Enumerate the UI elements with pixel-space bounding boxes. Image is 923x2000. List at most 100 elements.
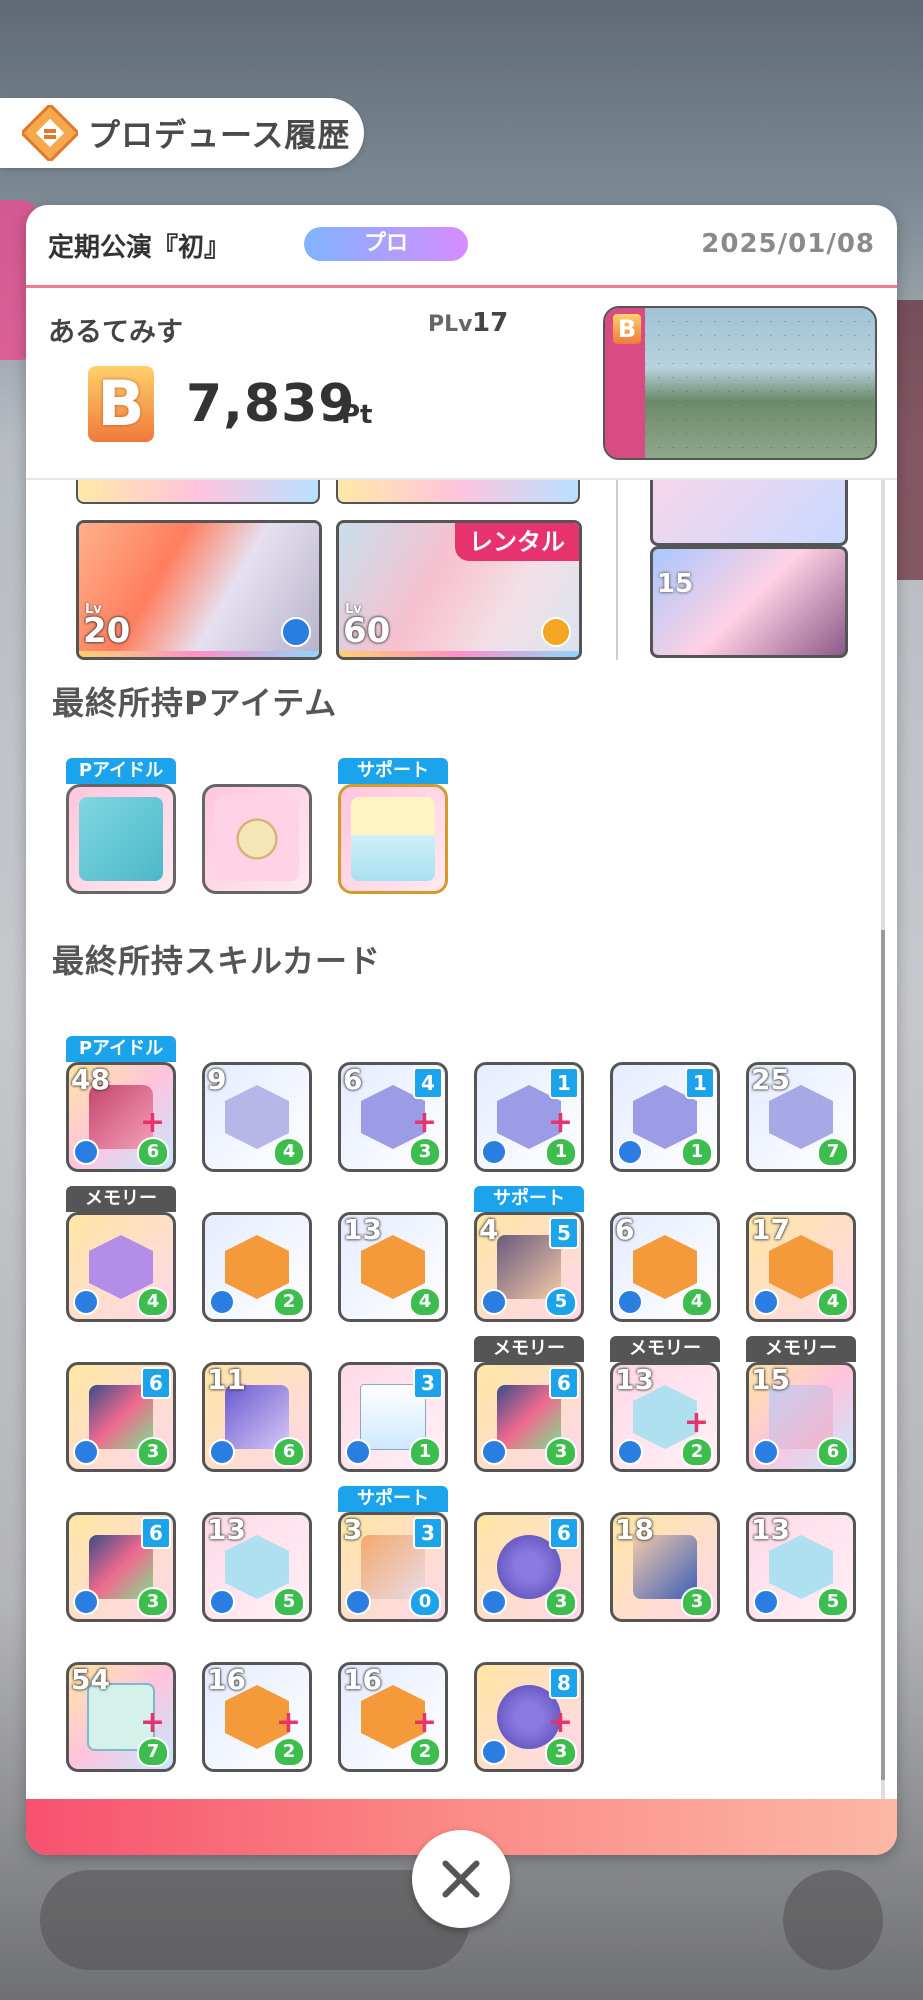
- type-icon: [753, 1289, 779, 1315]
- skill-card[interactable]: 6 3: [66, 1512, 176, 1622]
- produce-history-panel: 定期公演『初』 プロ 2025/01/08 あるてみす PLv 17 B 7,8…: [26, 205, 897, 1855]
- skill-card[interactable]: 15 6: [746, 1362, 856, 1472]
- skill-card[interactable]: 1 + 1: [474, 1062, 584, 1172]
- skill-card[interactable]: 13 + 2: [610, 1362, 720, 1472]
- heart-badge: 6: [273, 1437, 305, 1467]
- heart-badge: 0: [409, 1587, 441, 1617]
- idol-card[interactable]: 15: [650, 546, 848, 658]
- rainbow-strip: [79, 651, 319, 657]
- type-icon: [617, 1289, 643, 1315]
- skill-card[interactable]: 9 4: [202, 1062, 312, 1172]
- upgrade-plus: +: [683, 1405, 709, 1440]
- heart-badge: 5: [273, 1587, 305, 1617]
- card-level: 60: [343, 611, 391, 651]
- heart-badge: 5: [817, 1587, 849, 1617]
- skill-card[interactable]: 16 + 2: [338, 1662, 448, 1772]
- divider: [616, 480, 618, 660]
- type-icon: [481, 1589, 507, 1615]
- skill-cost: 6: [615, 1213, 635, 1246]
- page-title: プロデュース履歴: [88, 116, 351, 154]
- bottom-nav-blurred: [40, 1870, 470, 1970]
- idol-card-partial: [650, 480, 848, 546]
- skill-card[interactable]: 8 + 3: [474, 1662, 584, 1772]
- skill-card[interactable]: 4: [66, 1212, 176, 1322]
- skill-level-badge: 3: [413, 1517, 443, 1549]
- score-unit: Pt: [341, 400, 373, 430]
- history-icon: [19, 102, 81, 164]
- background-art-right: [893, 300, 923, 580]
- type-icon: [753, 1439, 779, 1465]
- skill-cost: 6: [343, 1063, 363, 1096]
- skill-card[interactable]: 16 + 2: [202, 1662, 312, 1772]
- type-icon: [345, 1439, 371, 1465]
- skill-card[interactable]: 13 4: [338, 1212, 448, 1322]
- type-icon: [541, 617, 571, 647]
- p-idol-tag: Pアイドル: [66, 1036, 176, 1062]
- scrollbar[interactable]: [881, 480, 885, 1800]
- support-tag: サポート: [474, 1186, 584, 1212]
- heart-badge: 1: [681, 1137, 713, 1167]
- skill-card[interactable]: 13 5: [746, 1512, 856, 1622]
- scroll-content[interactable]: Lv 20 レンタル Lv 60 15 最終所持Pアイテム Pアイドル サポート: [26, 480, 897, 1800]
- section-title-skill-cards: 最終所持スキルカード: [52, 942, 382, 980]
- type-icon: [73, 1139, 99, 1165]
- skill-card[interactable]: 6 3: [474, 1512, 584, 1622]
- p-item-bracelet[interactable]: [202, 784, 312, 894]
- skill-card[interactable]: 2: [202, 1212, 312, 1322]
- skill-level-badge: 3: [413, 1367, 443, 1399]
- p-item-jacket[interactable]: [66, 784, 176, 894]
- upgrade-plus: +: [139, 1105, 165, 1140]
- heart-badge: 4: [681, 1287, 713, 1317]
- skill-card[interactable]: 48 + 6: [66, 1062, 176, 1172]
- menu-button-blurred: [783, 1870, 883, 1970]
- upgrade-plus: +: [547, 1105, 573, 1140]
- upgrade-plus: +: [411, 1705, 437, 1740]
- skill-card[interactable]: 6 3: [474, 1362, 584, 1472]
- support-card-partial: [76, 480, 320, 504]
- score-value: 7,839: [186, 374, 356, 434]
- skill-card[interactable]: 17 4: [746, 1212, 856, 1322]
- skill-card[interactable]: 3 3 0: [338, 1512, 448, 1622]
- skill-card[interactable]: 6 4 + 3: [338, 1062, 448, 1172]
- skill-card[interactable]: 25 7: [746, 1062, 856, 1172]
- scrollbar-thumb[interactable]: [881, 930, 885, 1780]
- skill-level-badge: 6: [141, 1367, 171, 1399]
- support-card[interactable]: Lv 20: [76, 520, 322, 660]
- p-item-flower-vase[interactable]: [338, 784, 448, 894]
- type-icon: [209, 1589, 235, 1615]
- heart-badge: 5: [545, 1287, 577, 1317]
- skill-card[interactable]: 18 3: [610, 1512, 720, 1622]
- skill-level-badge: 5: [549, 1217, 579, 1249]
- skill-cost: 11: [207, 1363, 246, 1396]
- skill-level-badge: 6: [549, 1367, 579, 1399]
- type-icon: [345, 1589, 371, 1615]
- skill-card[interactable]: 6 3: [66, 1362, 176, 1472]
- type-icon: [617, 1439, 643, 1465]
- support-card[interactable]: レンタル Lv 60: [336, 520, 582, 660]
- skill-card[interactable]: 54 + 7: [66, 1662, 176, 1772]
- upgrade-plus: +: [411, 1105, 437, 1140]
- upgrade-plus: +: [139, 1705, 165, 1740]
- heart-badge: 2: [273, 1287, 305, 1317]
- skill-card[interactable]: 3 1: [338, 1362, 448, 1472]
- skill-level-badge: 6: [549, 1517, 579, 1549]
- heart-badge: 4: [273, 1137, 305, 1167]
- skill-card[interactable]: 13 5: [202, 1512, 312, 1622]
- skill-card[interactable]: 11 6: [202, 1362, 312, 1472]
- skill-card[interactable]: 1 1: [610, 1062, 720, 1172]
- heart-badge: 4: [137, 1287, 169, 1317]
- producer-name: あるてみす: [48, 317, 183, 348]
- skill-card[interactable]: 4 5 5: [474, 1212, 584, 1322]
- type-icon: [73, 1289, 99, 1315]
- skill-card[interactable]: 6 4: [610, 1212, 720, 1322]
- close-button[interactable]: [412, 1830, 510, 1928]
- skill-cost: 3: [343, 1513, 363, 1546]
- flower-vase-icon: [351, 797, 435, 881]
- heart-badge: 2: [273, 1737, 305, 1767]
- event-name: 定期公演『初』: [48, 233, 231, 263]
- skill-cost: 48: [71, 1063, 110, 1096]
- heart-badge: 3: [137, 1437, 169, 1467]
- skill-level-badge: 6: [141, 1517, 171, 1549]
- stage-thumbnail[interactable]: B: [603, 306, 877, 460]
- rental-tag: レンタル: [455, 523, 579, 561]
